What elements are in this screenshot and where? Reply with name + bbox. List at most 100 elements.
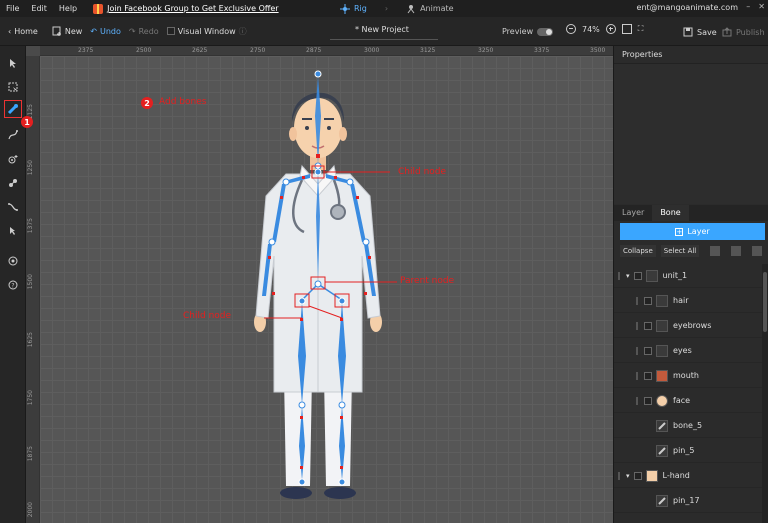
menu-file[interactable]: File bbox=[0, 4, 25, 13]
close-icon[interactable]: ✕ bbox=[758, 2, 765, 11]
collapse-button[interactable]: Collapse bbox=[620, 245, 656, 257]
mode-rig[interactable]: Rig bbox=[340, 3, 367, 14]
layer-row[interactable]: hair bbox=[614, 289, 762, 313]
ruler-top-tick: 3375 bbox=[534, 47, 550, 54]
redo-label: Redo bbox=[138, 26, 159, 36]
layer-row[interactable]: ▾ L-hand bbox=[614, 464, 762, 488]
bone-joint[interactable] bbox=[298, 478, 306, 486]
tab-layer[interactable]: Layer bbox=[614, 205, 652, 221]
layer-row[interactable]: ▾ unit_1 bbox=[614, 264, 762, 288]
ruler-left-tick: 1375 bbox=[27, 218, 34, 234]
layer-row[interactable]: eyes bbox=[614, 339, 762, 363]
ruler-top-tick: 3500 bbox=[590, 47, 606, 54]
drag-handle-icon[interactable] bbox=[636, 371, 638, 380]
undo-button[interactable]: ↶ Undo bbox=[90, 27, 121, 36]
visibility-checkbox[interactable] bbox=[644, 396, 652, 405]
bone-joint[interactable] bbox=[362, 238, 370, 246]
layer-row[interactable]: face bbox=[614, 389, 762, 413]
visibility-checkbox[interactable] bbox=[644, 346, 652, 355]
drag-handle-icon[interactable] bbox=[636, 321, 638, 330]
layer-row[interactable]: eyebrows bbox=[614, 314, 762, 338]
drag-handle-icon[interactable] bbox=[636, 396, 638, 405]
expand-arrow-icon[interactable]: ▾ bbox=[626, 472, 630, 480]
layer-name: face bbox=[673, 396, 691, 405]
bend-tool[interactable] bbox=[4, 198, 22, 216]
delete-icon[interactable] bbox=[752, 246, 763, 256]
bone-joint[interactable] bbox=[282, 178, 290, 186]
account-email[interactable]: ent@mangoanimate.com bbox=[637, 3, 738, 12]
menu-help[interactable]: Help bbox=[53, 4, 83, 13]
visual-window-checkbox[interactable] bbox=[166, 27, 175, 35]
region-select-tool[interactable] bbox=[4, 78, 22, 96]
preview-switch[interactable] bbox=[537, 27, 554, 36]
pin-tool[interactable] bbox=[4, 150, 22, 168]
view-tool[interactable] bbox=[4, 252, 22, 270]
drag-handle-icon[interactable] bbox=[618, 471, 620, 480]
publish-icon bbox=[722, 27, 732, 37]
visibility-checkbox[interactable] bbox=[633, 471, 642, 480]
menu-edit[interactable]: Edit bbox=[25, 4, 53, 13]
tab-bone[interactable]: Bone bbox=[652, 205, 689, 221]
bone-joint[interactable] bbox=[268, 238, 276, 246]
mode-animate[interactable]: Animate bbox=[406, 4, 454, 14]
doctor-character[interactable] bbox=[40, 56, 613, 523]
bone-icon bbox=[656, 419, 668, 432]
visibility-checkbox[interactable] bbox=[644, 296, 652, 305]
project-title[interactable]: * New Project bbox=[355, 25, 409, 34]
copy-icon[interactable] bbox=[731, 246, 742, 256]
home-button[interactable]: ‹ Home bbox=[8, 27, 38, 36]
select-all-button[interactable]: Select All bbox=[660, 245, 700, 257]
canvas-area: 2375 2500 2625 2750 2875 3000 3125 3250 … bbox=[26, 46, 613, 523]
help-icon[interactable]: ⓘ bbox=[239, 26, 247, 37]
layer-scrollbar[interactable] bbox=[762, 264, 768, 523]
bone-joint[interactable] bbox=[298, 401, 306, 409]
minimize-icon[interactable]: – bbox=[746, 2, 750, 11]
zoom-in-icon[interactable] bbox=[605, 24, 616, 34]
undo-label: Undo bbox=[99, 26, 121, 36]
zoom-out-icon[interactable] bbox=[566, 24, 576, 34]
drag-handle-icon[interactable] bbox=[618, 271, 620, 280]
drag-handle-icon[interactable] bbox=[636, 296, 638, 305]
layer-row[interactable]: pin_17 bbox=[614, 489, 762, 513]
select-tool[interactable] bbox=[4, 54, 22, 72]
move-bone-tool[interactable] bbox=[4, 222, 22, 240]
facebook-promo-link[interactable]: Join Facebook Group to Get Exclusive Off… bbox=[93, 3, 279, 14]
ruler-left-tick: 1625 bbox=[27, 332, 34, 348]
add-bone-tool[interactable] bbox=[4, 100, 22, 118]
joint-tool[interactable] bbox=[4, 174, 22, 192]
bone-joint[interactable] bbox=[314, 70, 322, 78]
child-joint-neck[interactable] bbox=[314, 168, 322, 176]
scrollbar-thumb[interactable] bbox=[763, 272, 767, 332]
visibility-checkbox[interactable] bbox=[633, 271, 642, 280]
bone-joint[interactable] bbox=[338, 478, 346, 486]
visual-window-toggle[interactable]: Visual Window ⓘ bbox=[166, 26, 247, 37]
layer-row[interactable]: bone_5 bbox=[614, 414, 762, 438]
fullscreen-icon[interactable]: ⛶ bbox=[638, 24, 644, 34]
child-joint-left-hip[interactable] bbox=[298, 297, 306, 305]
arrow-cursor-icon bbox=[10, 59, 16, 68]
stage[interactable] bbox=[40, 56, 613, 523]
expand-arrow-icon[interactable]: ▾ bbox=[626, 272, 630, 280]
region-select-icon bbox=[8, 82, 18, 92]
drag-handle-icon[interactable] bbox=[636, 346, 638, 355]
home-label: Home bbox=[14, 26, 38, 36]
visibility-checkbox[interactable] bbox=[644, 321, 652, 330]
bone-joint[interactable] bbox=[346, 178, 354, 186]
publish-button[interactable]: Publish bbox=[722, 27, 765, 37]
add-layer-button[interactable]: + Layer bbox=[620, 223, 765, 240]
layer-row[interactable]: mouth bbox=[614, 364, 762, 388]
child-joint-right-hip[interactable] bbox=[338, 297, 346, 305]
redo-button[interactable]: ↷ Redo bbox=[129, 27, 159, 36]
bind-tool[interactable] bbox=[4, 126, 22, 144]
visibility-checkbox[interactable] bbox=[644, 371, 652, 380]
bone-joint[interactable] bbox=[338, 401, 346, 409]
preview-toggle[interactable]: Preview bbox=[502, 27, 554, 36]
parent-joint-hip[interactable] bbox=[314, 280, 322, 288]
help-tool[interactable]: ? bbox=[4, 276, 22, 294]
fit-icon[interactable] bbox=[621, 24, 632, 34]
save-button[interactable]: Save bbox=[683, 27, 717, 37]
save-icon bbox=[683, 27, 693, 37]
new-button[interactable]: New bbox=[52, 26, 82, 36]
layer-row[interactable]: pin_5 bbox=[614, 439, 762, 463]
group-icon[interactable] bbox=[710, 246, 721, 256]
